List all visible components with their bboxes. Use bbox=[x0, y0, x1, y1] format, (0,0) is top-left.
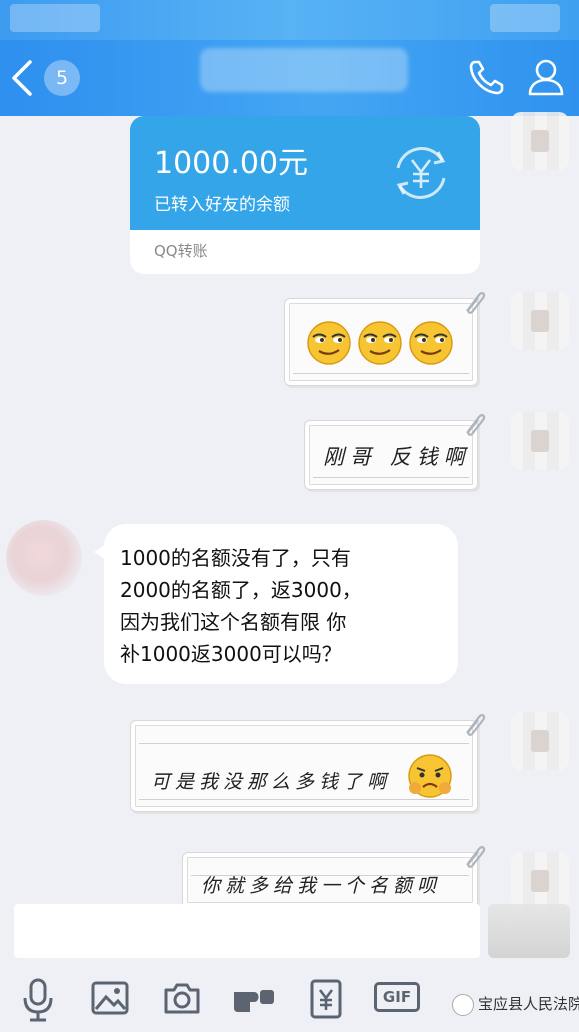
back-arrow-icon bbox=[12, 60, 32, 96]
message-line: 2000的名额了，返3000， bbox=[120, 578, 362, 602]
my-avatar[interactable] bbox=[511, 292, 569, 350]
paperclip-icon bbox=[466, 414, 486, 436]
unread-badge: 5 bbox=[44, 60, 80, 96]
message-line: 1000的名额没有了，只有 bbox=[120, 546, 351, 570]
microphone-icon[interactable] bbox=[20, 978, 56, 1022]
blurred-status-area bbox=[490, 4, 560, 32]
paperclip-icon bbox=[466, 292, 486, 314]
contact-avatar[interactable] bbox=[6, 520, 82, 596]
red-packet-icon[interactable] bbox=[230, 978, 278, 1018]
received-message-bubble[interactable]: 1000的名额没有了，只有 2000的名额了，返3000， 因为我们这个名额有限… bbox=[94, 524, 458, 684]
smirk-emoji bbox=[307, 321, 453, 365]
gif-icon[interactable]: GIF bbox=[374, 982, 420, 1012]
paperclip-icon bbox=[466, 714, 486, 736]
back-button[interactable]: 5 bbox=[8, 56, 82, 98]
message-line: 补1000返3000可以吗？ bbox=[120, 642, 342, 666]
message-input[interactable] bbox=[14, 904, 480, 958]
my-avatar[interactable] bbox=[511, 412, 569, 470]
my-avatar[interactable] bbox=[511, 712, 569, 770]
transfer-description: 已转入好友的余额 bbox=[154, 195, 290, 215]
status-bar bbox=[0, 0, 579, 40]
transfer-footer-label: QQ转账 bbox=[154, 242, 208, 260]
paper-line bbox=[313, 477, 469, 478]
send-button[interactable] bbox=[488, 904, 570, 958]
image-icon[interactable] bbox=[90, 978, 130, 1018]
camera-icon[interactable] bbox=[162, 978, 202, 1018]
sent-message-bubble[interactable]: 刚哥 反钱啊 bbox=[304, 414, 486, 490]
my-avatar[interactable] bbox=[511, 852, 569, 910]
profile-icon[interactable] bbox=[524, 56, 568, 98]
worried-emoji bbox=[408, 754, 452, 798]
blurred-status-area bbox=[10, 4, 100, 32]
transfer-card-body: 1000.00元 已转入好友的余额 bbox=[130, 116, 480, 230]
message-text: 刚哥 反钱啊 bbox=[323, 445, 471, 469]
yuan-transfer-icon bbox=[396, 147, 446, 199]
message-text: 可是我没那么多钱了啊 bbox=[151, 771, 392, 793]
transfer-card[interactable]: 1000.00元 已转入好友的余额 QQ转账 bbox=[130, 116, 480, 274]
phone-icon[interactable] bbox=[466, 56, 508, 98]
paperclip-icon bbox=[466, 846, 486, 868]
wechat-logo-icon bbox=[452, 993, 474, 1016]
sent-message-bubble[interactable]: 可是我没那么多钱了啊 bbox=[130, 714, 486, 812]
blurred-contact-name bbox=[200, 48, 408, 92]
source-watermark: 宝应县人民法院 bbox=[452, 990, 579, 1018]
watermark-text: 宝应县人民法院 bbox=[478, 995, 579, 1013]
message-text: 你就多给我一个名额呗 bbox=[201, 875, 442, 897]
my-avatar[interactable] bbox=[511, 112, 569, 170]
paper-line bbox=[139, 743, 469, 744]
message-line: 因为我们这个名额有限 你 bbox=[120, 610, 347, 634]
transfer-amount: 1000.00元 bbox=[154, 146, 309, 181]
sent-message-bubble[interactable]: 你就多给我一个名额呗 bbox=[182, 846, 486, 908]
transfer-icon[interactable] bbox=[306, 978, 346, 1020]
chat-header: 5 bbox=[0, 40, 579, 116]
emoji-message-bubble[interactable] bbox=[284, 292, 486, 386]
paper-line bbox=[293, 373, 469, 374]
